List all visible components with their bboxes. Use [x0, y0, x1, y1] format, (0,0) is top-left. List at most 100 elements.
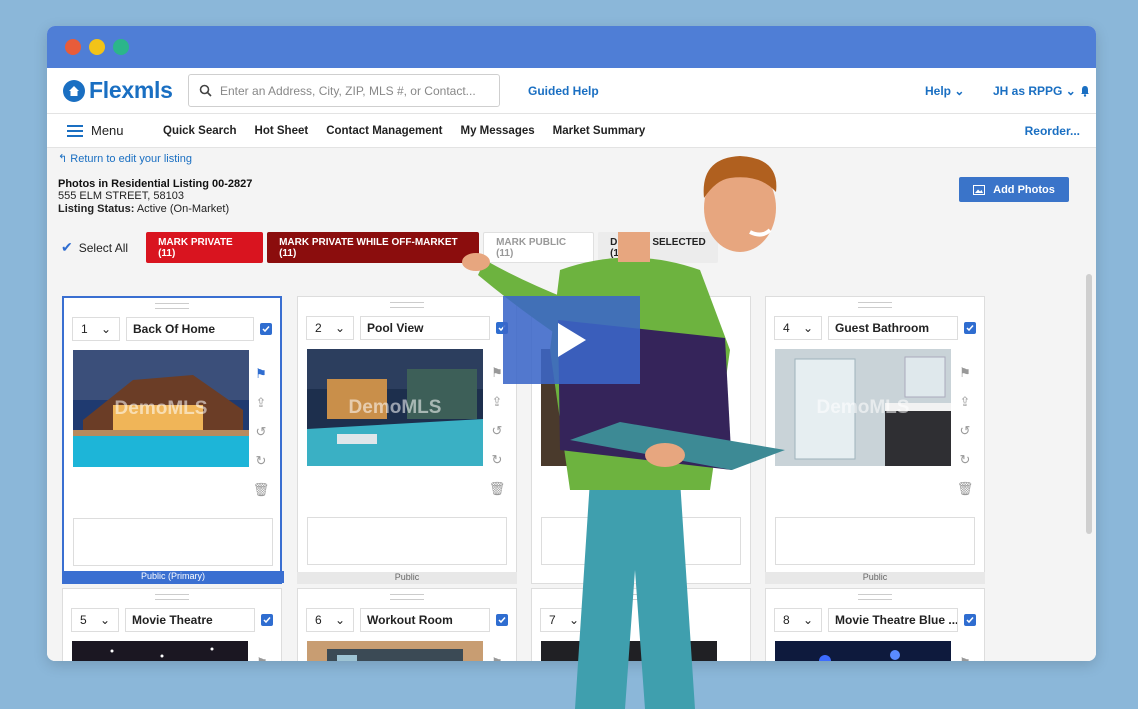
photo-name-input[interactable]: Workout Room — [360, 608, 490, 632]
photo-name-input[interactable]: Movie Theatre — [125, 608, 255, 632]
photo-thumbnail[interactable] — [72, 641, 248, 661]
nav-contact-management[interactable]: Contact Management — [326, 125, 442, 137]
photo-card[interactable]: 2 ⌄ Pool View DemoMLS ⚑ ⇪ ↺ ↻ 🗑 Public — [297, 296, 517, 584]
rotate-left-icon[interactable]: ↺ — [492, 423, 503, 439]
return-link[interactable]: ↰ Return to edit your listing — [58, 152, 192, 165]
photo-watermark: DemoMLS — [348, 397, 442, 418]
photo-card[interactable]: 8⌄ Movie Theatre Blue ... ⚑ — [765, 588, 985, 661]
flag-icon[interactable]: ⚑ — [959, 655, 971, 661]
flag-icon[interactable]: ⚑ — [256, 655, 268, 661]
chevron-down-icon: ⌄ — [568, 613, 579, 627]
photo-checkbox[interactable] — [260, 323, 272, 335]
help-menu[interactable]: Help ⌄ — [925, 84, 964, 98]
logo-home-icon — [63, 79, 85, 102]
rotate-right-icon[interactable]: ↻ — [492, 452, 503, 468]
mark-private-off-market-button[interactable]: MARK PRIVATE WHILE OFF-MARKET (11) — [267, 232, 480, 263]
photo-order-select[interactable]: 8 ⌄ — [774, 608, 822, 632]
upload-icon[interactable]: ⇪ — [256, 395, 267, 411]
delete-selected-button[interactable]: DELETE SELECTED (11) — [598, 232, 719, 263]
photo-tools: ⚑ — [249, 655, 275, 661]
nav-links: Quick Search Hot Sheet Contact Managemen… — [163, 125, 645, 137]
help-label: Help — [925, 83, 952, 98]
scrollbar[interactable] — [1086, 274, 1092, 534]
minimize-window-dot[interactable] — [89, 39, 105, 55]
nav-hot-sheet[interactable]: Hot Sheet — [255, 125, 309, 137]
rotate-left-icon[interactable]: ↺ — [256, 424, 267, 440]
photo-checkbox[interactable] — [496, 614, 508, 626]
flag-icon[interactable]: ⚑ — [255, 366, 267, 382]
menu-button[interactable]: Menu — [67, 123, 124, 138]
user-menu[interactable]: JH as RPPG ⌄ — [993, 84, 1076, 98]
photo-caption-field[interactable] — [775, 517, 975, 565]
flexmls-logo[interactable]: Flexmls — [63, 77, 173, 104]
mark-private-button[interactable]: MARK PRIVATE (11) — [146, 232, 264, 263]
drag-handle[interactable] — [532, 589, 750, 605]
photo-thumbnail[interactable]: DemoMLS — [307, 349, 483, 466]
drag-handle[interactable] — [298, 589, 516, 605]
user-label: JH as RPPG — [993, 83, 1063, 98]
trash-icon[interactable]: 🗑 — [489, 481, 506, 497]
maximize-window-dot[interactable] — [113, 39, 129, 55]
photo-thumbnail[interactable]: DemoMLS — [775, 349, 951, 466]
photo-thumbnail[interactable] — [775, 641, 951, 661]
hamburger-icon — [67, 124, 83, 137]
nav-quick-search[interactable]: Quick Search — [163, 125, 237, 137]
photo-order-select[interactable]: 5 ⌄ — [71, 608, 119, 632]
photo-order-select[interactable]: 2 ⌄ — [306, 316, 354, 340]
select-all-checkbox[interactable]: ✔ Select All — [61, 239, 128, 256]
flag-icon[interactable]: ⚑ — [491, 365, 503, 381]
drag-handle[interactable] — [63, 589, 281, 605]
photo-thumbnail[interactable] — [307, 641, 483, 661]
rotate-right-icon[interactable]: ↻ — [960, 452, 971, 468]
upload-icon[interactable]: ⇪ — [492, 394, 503, 410]
photo-checkbox[interactable] — [964, 614, 976, 626]
photo-card[interactable]: 7 ⌄ — [531, 588, 751, 661]
status-value: Active (On-Market) — [136, 203, 230, 215]
photo-order-select[interactable]: 7 ⌄ — [540, 608, 588, 632]
rotate-left-icon[interactable]: ↺ — [960, 423, 971, 439]
photo-card[interactable]: 4 ⌄ Guest Bathroom DemoMLS ⚑ ⇪ ↺ ↻ 🗑 Pub… — [765, 296, 985, 584]
drag-handle[interactable] — [766, 297, 984, 313]
photo-tools: ⚑ ⇪ ↺ ↻ 🗑 — [952, 365, 978, 497]
chevron-down-icon: ⌄ — [802, 321, 813, 335]
photo-caption-field[interactable] — [73, 518, 273, 566]
drag-handle[interactable] — [64, 298, 280, 314]
trash-icon[interactable]: 🗑 — [957, 481, 974, 497]
drag-handle[interactable] — [766, 589, 984, 605]
drag-handle[interactable] — [298, 297, 516, 313]
photo-card[interactable]: 5⌄ Movie Theatre ⚑ — [62, 588, 282, 661]
photo-thumbnail[interactable] — [541, 641, 717, 661]
nav-market-summary[interactable]: Market Summary — [553, 125, 646, 137]
return-label: Return to edit your listing — [70, 153, 192, 165]
flag-icon[interactable]: ⚑ — [491, 655, 503, 661]
main-content: ↰ Return to edit your listing Photos in … — [47, 148, 1096, 661]
photo-checkbox[interactable] — [964, 322, 976, 334]
trash-icon[interactable]: 🗑 — [253, 482, 270, 498]
mark-public-button[interactable]: MARK PUBLIC (11) — [483, 232, 595, 263]
reorder-link[interactable]: Reorder... — [1025, 124, 1080, 138]
photo-name-input[interactable]: Pool View — [360, 316, 490, 340]
photo-order-select[interactable]: 6 ⌄ — [306, 608, 354, 632]
photo-caption-field[interactable] — [307, 517, 507, 565]
add-photos-button[interactable]: Add Photos — [959, 177, 1069, 202]
bell-icon[interactable] — [1080, 85, 1090, 97]
photo-order-select[interactable]: 1 ⌄ — [72, 317, 120, 341]
nav-my-messages[interactable]: My Messages — [460, 125, 534, 137]
search-input[interactable]: Enter an Address, City, ZIP, MLS #, or C… — [188, 74, 500, 107]
close-window-dot[interactable] — [65, 39, 81, 55]
photo-name-input[interactable]: Back Of Home — [126, 317, 254, 341]
rotate-right-icon[interactable]: ↻ — [256, 453, 267, 469]
photo-name-input[interactable]: Guest Bathroom — [828, 316, 958, 340]
photo-caption-field[interactable] — [541, 517, 741, 565]
guided-help-link[interactable]: Guided Help — [528, 84, 599, 98]
photo-name-input[interactable]: Movie Theatre Blue ... — [828, 608, 958, 632]
photo-checkbox[interactable] — [261, 614, 273, 626]
photo-card[interactable]: 6⌄ Workout Room ⚑ — [297, 588, 517, 661]
upload-icon[interactable]: ⇪ — [960, 394, 971, 410]
photo-card[interactable]: 1 ⌄ Back Of Home DemoMLS ⚑ ⇪ ↺ ↻ 🗑 Publi… — [62, 296, 284, 584]
photo-order-select[interactable]: 4 ⌄ — [774, 316, 822, 340]
flag-icon[interactable]: ⚑ — [959, 365, 971, 381]
video-play-button[interactable] — [503, 296, 640, 384]
photo-thumbnail[interactable]: DemoMLS — [73, 350, 249, 467]
chevron-down-icon: ⌄ — [1065, 83, 1076, 98]
